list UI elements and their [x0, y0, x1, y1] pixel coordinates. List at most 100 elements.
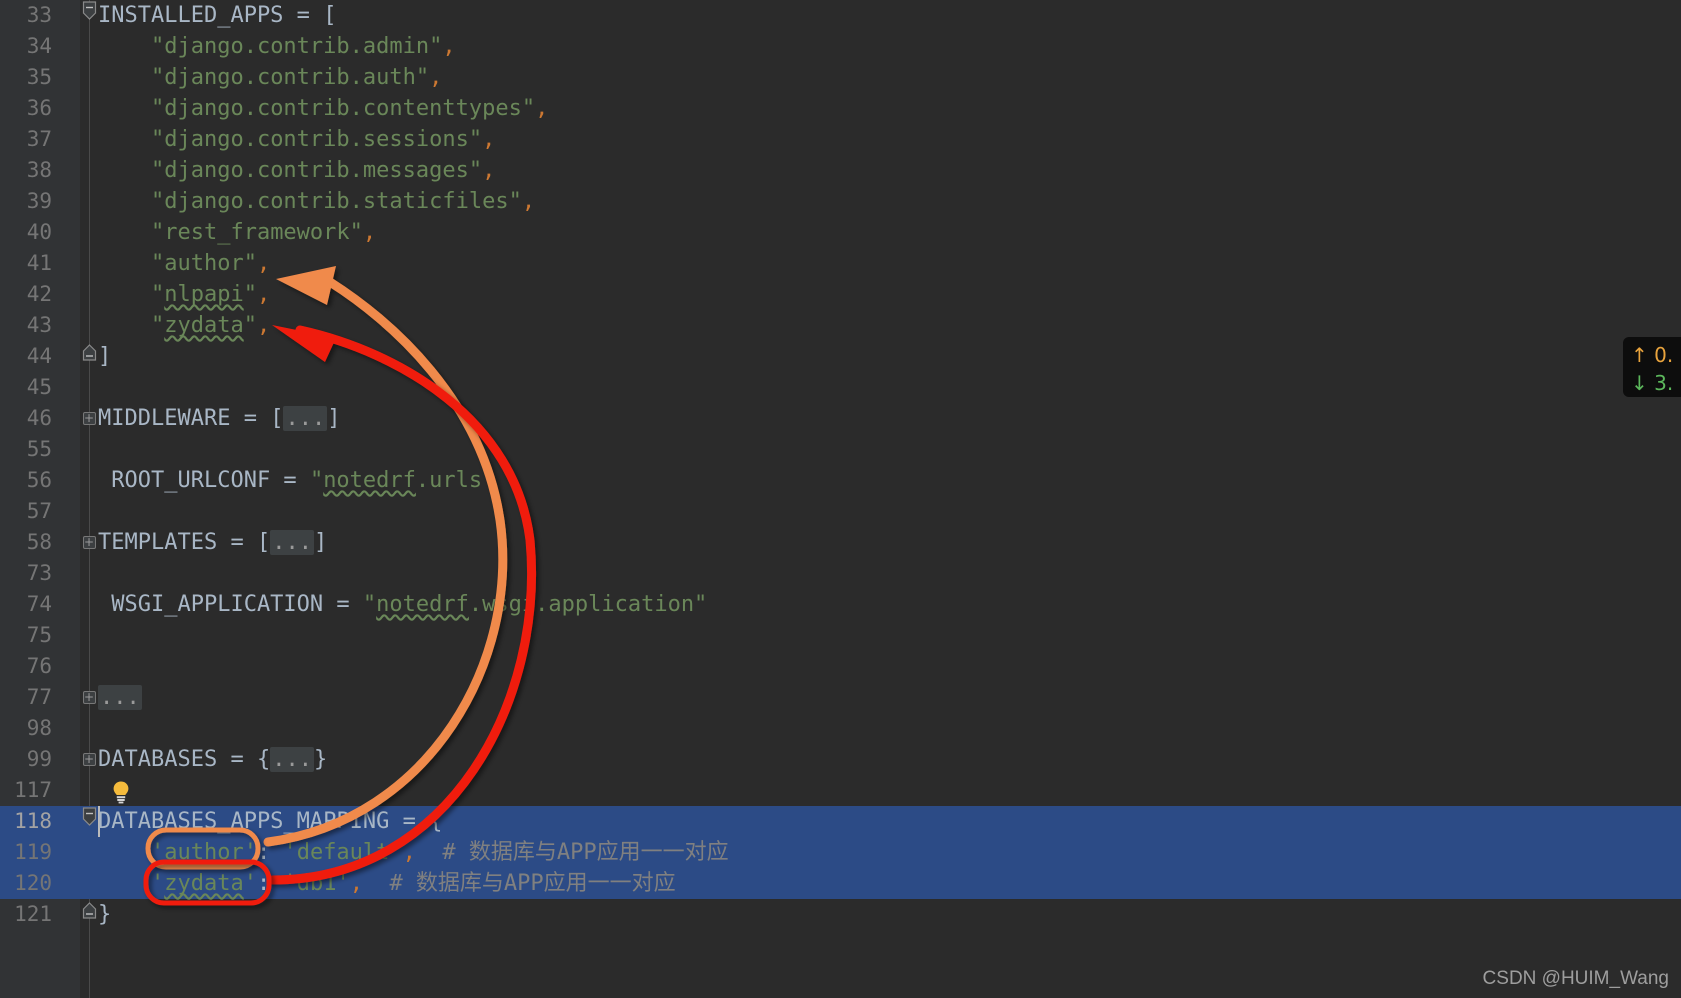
code-token: " [243, 282, 257, 307]
code-token: ... [283, 406, 328, 431]
line-number: 38 [26, 158, 52, 182]
editor-line[interactable]: 76 [0, 651, 1681, 682]
code-token: 'db1' [283, 871, 350, 896]
code-text[interactable]: DATABASES = {...} [98, 744, 327, 775]
editor-line[interactable]: 73 [0, 558, 1681, 589]
code-text[interactable]: "zydata", [98, 310, 270, 341]
editor-line[interactable]: 58 + TEMPLATES = [...] [0, 527, 1681, 558]
code-text[interactable]: ... [98, 682, 142, 713]
line-number: 76 [26, 654, 52, 678]
code-text[interactable]: "nlpapi", [98, 279, 270, 310]
fold-collapse-icon[interactable] [80, 0, 98, 31]
line-number: 57 [26, 499, 52, 523]
code-text[interactable]: DATABASES_APPS_MAPPING = { [98, 806, 442, 837]
code-token: 'default' [283, 840, 403, 865]
code-text[interactable]: TEMPLATES = [...] [98, 527, 327, 558]
code-token: " [362, 592, 377, 617]
code-token: zydata [164, 313, 244, 338]
code-text[interactable]: "django.contrib.staticfiles", [98, 186, 535, 217]
code-token: ' [243, 871, 257, 896]
editor-line[interactable]: 36 "django.contrib.contenttypes", [0, 93, 1681, 124]
code-text[interactable]: "rest_framework", [98, 217, 376, 248]
editor-line[interactable]: 77 +... [0, 682, 1681, 713]
editor-line[interactable]: 41 "author", [0, 248, 1681, 279]
fold-expand-icon[interactable]: + [80, 682, 98, 713]
code-token: , [482, 158, 496, 183]
line-number: 119 [14, 840, 52, 864]
editor-line[interactable]: 43 "zydata", [0, 310, 1681, 341]
code-text[interactable]: "django.contrib.messages", [98, 155, 495, 186]
editor-line[interactable]: 42 "nlpapi", [0, 279, 1681, 310]
fold-collapse-end-icon[interactable] [80, 899, 98, 930]
code-editor[interactable]: 33 INSTALLED_APPS = [34 "django.contrib.a… [0, 0, 1681, 998]
fold-collapse-icon[interactable] [80, 806, 98, 837]
line-number: 43 [26, 313, 52, 337]
fold-expand-icon[interactable]: + [80, 744, 98, 775]
code-token: , [429, 65, 443, 90]
editor-lines[interactable]: 33 INSTALLED_APPS = [34 "django.contrib.a… [0, 0, 1681, 930]
code-token: ... [270, 530, 314, 555]
code-text[interactable]: ROOT_URLCONF = "notedrf.urls" [98, 465, 495, 496]
line-number: 117 [14, 778, 52, 802]
line-number: 34 [26, 34, 52, 58]
code-text[interactable]: "author", [98, 248, 270, 279]
code-token: "django.contrib.staticfiles" [150, 189, 522, 214]
editor-line[interactable]: 37 "django.contrib.sessions", [0, 124, 1681, 155]
editor-line[interactable]: 34 "django.contrib.admin", [0, 31, 1681, 62]
editor-line[interactable]: 35 "django.contrib.auth", [0, 62, 1681, 93]
code-text[interactable]: "django.contrib.contenttypes", [98, 93, 548, 124]
fold-expand-icon[interactable]: + [80, 403, 98, 434]
editor-line[interactable]: 75 [0, 620, 1681, 651]
network-speed-widget[interactable]: ↑ 0. ↓ 3. [1623, 337, 1681, 397]
line-number: 42 [26, 282, 52, 306]
code-text[interactable]: "django.contrib.sessions", [98, 124, 495, 155]
code-token: : [256, 871, 284, 896]
code-token: = [217, 747, 257, 772]
code-text[interactable]: WSGI_APPLICATION = "notedrf.wsgi.applica… [98, 589, 707, 620]
code-token: " [98, 282, 165, 307]
code-text[interactable]: 'zydata': 'db1', # 数据库与APP应用一一对应 [98, 868, 676, 899]
arrow-down-icon: ↓ [1631, 371, 1648, 395]
download-speed-value: 3. [1654, 371, 1674, 395]
editor-line[interactable]: 39 "django.contrib.staticfiles", [0, 186, 1681, 217]
download-speed-row: ↓ 3. [1631, 369, 1675, 397]
code-text[interactable]: INSTALLED_APPS = [ [98, 0, 336, 31]
editor-line[interactable]: 46 + MIDDLEWARE = [...] [0, 403, 1681, 434]
code-text[interactable]: MIDDLEWARE = [...] [98, 403, 340, 434]
watermark: CSDN @HUIM_Wang [1482, 968, 1669, 989]
editor-line[interactable]: 98 [0, 713, 1681, 744]
editor-line[interactable]: 40 "rest_framework", [0, 217, 1681, 248]
code-text[interactable]: "django.contrib.auth", [98, 62, 442, 93]
code-text[interactable]: } [98, 899, 111, 930]
code-token: , [535, 96, 549, 121]
editor-line[interactable]: 38 "django.contrib.messages", [0, 155, 1681, 186]
editor-line[interactable]: 119 'author': 'default', # 数据库与APP应用一一对应 [0, 837, 1681, 868]
screenshot-root: 33 INSTALLED_APPS = [34 "django.contrib.a… [0, 0, 1681, 998]
editor-line[interactable]: 44] [0, 341, 1681, 372]
editor-line[interactable]: 74 WSGI_APPLICATION = "notedrf.wsgi.appl… [0, 589, 1681, 620]
editor-line[interactable]: 120 'zydata': 'db1', # 数据库与APP应用一一对应 [0, 868, 1681, 899]
code-token: , [256, 282, 271, 307]
editor-line[interactable]: 33 INSTALLED_APPS = [ [0, 0, 1681, 31]
code-text[interactable]: "django.contrib.admin", [98, 31, 456, 62]
editor-line[interactable]: 117 [0, 775, 1681, 806]
code-token: MIDDLEWARE [98, 406, 231, 431]
editor-line[interactable]: 118 DATABASES_APPS_MAPPING = { [0, 806, 1681, 837]
intention-bulb-icon[interactable] [110, 780, 132, 804]
code-text[interactable]: ] [98, 341, 111, 372]
editor-line[interactable]: 121} [0, 899, 1681, 930]
code-token: [ [323, 3, 337, 28]
editor-line[interactable]: 99 + DATABASES = {...} [0, 744, 1681, 775]
code-token: ] [98, 344, 112, 369]
editor-line[interactable]: 57 [0, 496, 1681, 527]
editor-line[interactable]: 55 [0, 434, 1681, 465]
fold-collapse-end-icon[interactable] [80, 341, 98, 372]
fold-expand-icon[interactable]: + [80, 527, 98, 558]
line-number: 46 [26, 406, 52, 430]
code-token: = [389, 809, 430, 834]
editor-line[interactable]: 56 ROOT_URLCONF = "notedrf.urls" [0, 465, 1681, 496]
code-text[interactable]: 'author': 'default', # 数据库与APP应用一一对应 [98, 837, 729, 868]
editor-line[interactable]: 45 [0, 372, 1681, 403]
